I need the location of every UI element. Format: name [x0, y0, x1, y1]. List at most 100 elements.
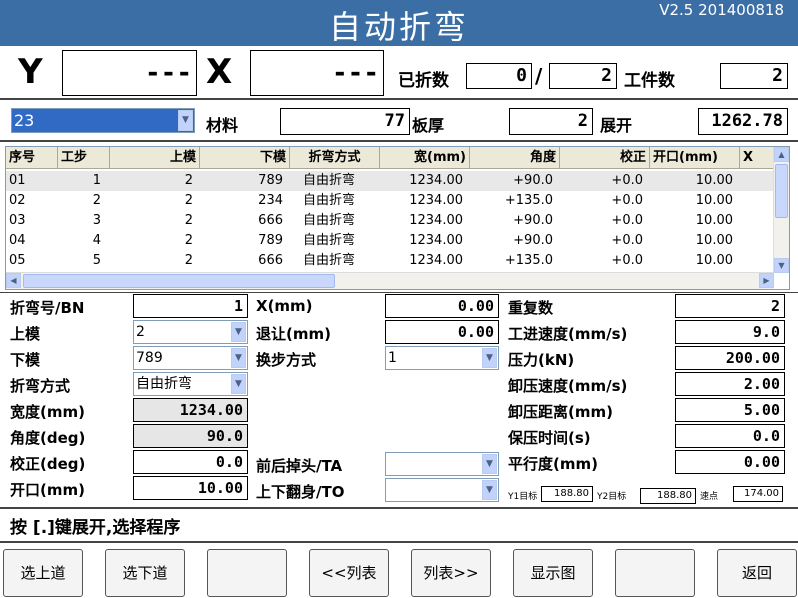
- scroll-up-icon[interactable]: ▲: [774, 147, 789, 162]
- horizontal-scrollbar[interactable]: ◀ ▶: [6, 272, 774, 289]
- table-cell: 自由折弯: [303, 233, 356, 248]
- table-cell: 自由折弯: [303, 193, 356, 208]
- table-row[interactable]: 01 1 2 789 自由折弯 1234.00 +90.0 +0.0 10.00: [6, 171, 774, 191]
- version-label: V2.5 201400818: [659, 1, 784, 19]
- table-cell: +90.0: [513, 233, 553, 248]
- table-cell: +90.0: [513, 173, 553, 188]
- table-row[interactable]: 05 5 2 666 自由折弯 1234.00 +135.0 +0.0 10.0…: [6, 251, 774, 271]
- unload-speed-field[interactable]: 2.00: [675, 372, 785, 396]
- table-cell: 789: [258, 233, 283, 248]
- table-row[interactable]: 02 2 2 234 自由折弯 1234.00 +135.0 +0.0 10.0…: [6, 191, 774, 211]
- scroll-thumb[interactable]: [775, 164, 788, 218]
- column-header[interactable]: 校正: [560, 147, 650, 169]
- list-left-button[interactable]: <<列表: [309, 549, 389, 597]
- ta-select[interactable]: ▼: [385, 452, 499, 476]
- vertical-scrollbar[interactable]: ▲ ▼: [773, 147, 789, 273]
- next-step-button[interactable]: 选下道: [105, 549, 185, 597]
- chevron-down-icon[interactable]: ▼: [482, 480, 497, 500]
- column-header[interactable]: 序号: [6, 147, 58, 169]
- table-cell: +0.0: [611, 253, 643, 268]
- correction-field[interactable]: 0.0: [133, 450, 248, 474]
- to-select[interactable]: ▼: [385, 478, 499, 502]
- step-mode-select[interactable]: 1 ▼: [385, 346, 499, 370]
- table-cell: 自由折弯: [303, 173, 356, 188]
- table-cell: +0.0: [611, 193, 643, 208]
- scroll-thumb[interactable]: [23, 274, 335, 288]
- blank-button-1[interactable]: [207, 549, 287, 597]
- divider: [0, 140, 798, 142]
- table-cell: 10.00: [695, 213, 733, 228]
- work-speed-field[interactable]: 9.0: [675, 320, 785, 344]
- chevron-down-icon[interactable]: ▼: [482, 348, 497, 368]
- unload-distance-field[interactable]: 5.00: [675, 398, 785, 422]
- workpiece-label: 工件数: [624, 71, 675, 91]
- column-header[interactable]: 上模: [110, 147, 200, 169]
- table-cell: 1234.00: [409, 253, 463, 268]
- table-cell: 2: [184, 233, 193, 248]
- repeat-label: 重复数: [508, 299, 554, 317]
- width-field: 1234.00: [133, 398, 248, 422]
- list-right-button[interactable]: 列表>>: [411, 549, 491, 597]
- table-cell: 03: [9, 213, 26, 228]
- opening-field[interactable]: 10.00: [133, 476, 248, 500]
- table-cell: +135.0: [504, 253, 553, 268]
- table-cell: 05: [9, 253, 26, 268]
- y-axis-value: ---: [62, 50, 197, 96]
- table-row[interactable]: 04 4 2 789 自由折弯 1234.00 +90.0 +0.0 10.00: [6, 231, 774, 251]
- table-cell: 10.00: [695, 193, 733, 208]
- column-header[interactable]: 开口(mm): [650, 147, 740, 169]
- table-cell: 10.00: [695, 173, 733, 188]
- bend-table[interactable]: 序号 工步 上模 下模 折弯方式 宽(mm) 角度 校正 开口(mm) X 01…: [5, 146, 790, 290]
- bend-mode-label: 折弯方式: [10, 377, 71, 395]
- chevron-down-icon[interactable]: ▼: [231, 374, 246, 394]
- x-mm-field[interactable]: 0.00: [385, 294, 499, 318]
- previous-step-button[interactable]: 选上道: [3, 549, 83, 597]
- bend-no-label: 折弯号/BN: [10, 299, 85, 317]
- column-header[interactable]: X: [740, 147, 774, 169]
- thickness-value[interactable]: 2: [509, 108, 593, 135]
- table-header: 序号 工步 上模 下模 折弯方式 宽(mm) 角度 校正 开口(mm) X: [6, 147, 774, 169]
- unfold-value: 1262.78: [698, 108, 788, 135]
- table-cell: 234: [258, 193, 283, 208]
- chevron-down-icon[interactable]: ▼: [231, 322, 246, 342]
- chevron-down-icon[interactable]: ▼: [178, 110, 193, 131]
- table-cell: 666: [258, 253, 283, 268]
- divider: [0, 292, 798, 293]
- ta-label: 前后掉头/TA: [256, 457, 343, 475]
- material-value[interactable]: 77: [280, 108, 410, 135]
- column-header[interactable]: 宽(mm): [380, 147, 470, 169]
- hold-time-field[interactable]: 0.0: [675, 424, 785, 448]
- angle-field: 90.0: [133, 424, 248, 448]
- bent-count-value: 0: [466, 63, 532, 89]
- scroll-left-icon[interactable]: ◀: [6, 273, 21, 288]
- column-header[interactable]: 下模: [200, 147, 290, 169]
- chevron-down-icon[interactable]: ▼: [231, 348, 246, 368]
- pressure-field[interactable]: 200.00: [675, 346, 785, 370]
- scroll-down-icon[interactable]: ▼: [774, 258, 789, 273]
- scroll-right-icon[interactable]: ▶: [759, 273, 774, 288]
- column-header[interactable]: 折弯方式: [290, 147, 380, 169]
- retract-field[interactable]: 0.00: [385, 320, 499, 344]
- column-header[interactable]: 角度: [470, 147, 560, 169]
- table-cell: 666: [258, 213, 283, 228]
- table-row[interactable]: 03 3 2 666 自由折弯 1234.00 +90.0 +0.0 10.00: [6, 211, 774, 231]
- chevron-down-icon[interactable]: ▼: [482, 454, 497, 474]
- x-mm-label: X(mm): [256, 297, 313, 315]
- upper-die-label: 上模: [10, 325, 41, 343]
- repeat-field[interactable]: 2: [675, 294, 785, 318]
- blank-button-2[interactable]: [615, 549, 695, 597]
- unload-distance-label: 卸压距离(mm): [508, 403, 613, 421]
- upper-die-select[interactable]: 2 ▼: [133, 320, 248, 344]
- table-cell: 3: [92, 213, 101, 228]
- column-header[interactable]: 工步: [58, 147, 110, 169]
- bend-no-field[interactable]: 1: [133, 294, 248, 318]
- lower-die-select[interactable]: 789 ▼: [133, 346, 248, 370]
- parallel-field[interactable]: 0.00: [675, 450, 785, 474]
- program-select[interactable]: 23 ▼: [11, 108, 195, 133]
- unload-speed-label: 卸压速度(mm/s): [508, 377, 628, 395]
- bend-mode-select[interactable]: 自由折弯 ▼: [133, 372, 248, 396]
- back-button[interactable]: 返回: [717, 549, 797, 597]
- hold-time-label: 保压时间(s): [508, 429, 591, 447]
- table-cell: 789: [258, 173, 283, 188]
- show-graph-button[interactable]: 显示图: [513, 549, 593, 597]
